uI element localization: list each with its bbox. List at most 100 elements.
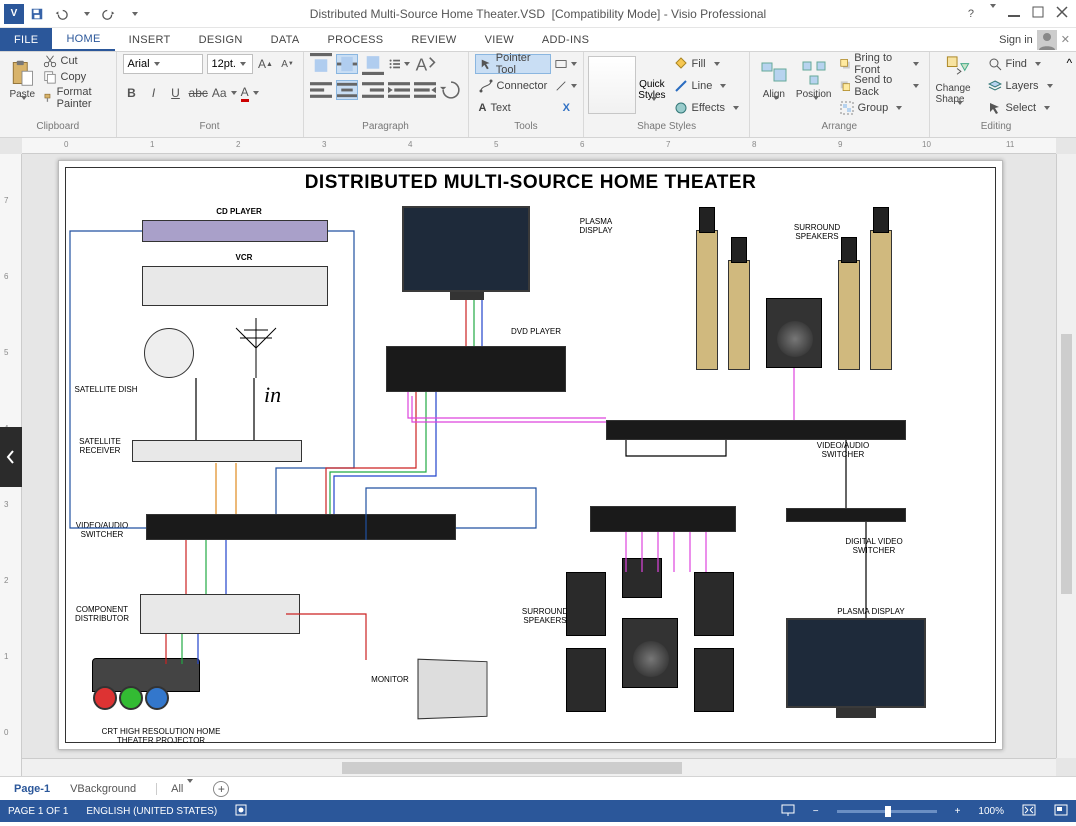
format-painter-button[interactable]: Format Painter — [43, 86, 110, 110]
group-arrange: Align Position Bring to Front Send to Ba… — [750, 52, 930, 137]
wires — [66, 168, 995, 742]
minimize-icon[interactable] — [1008, 6, 1020, 21]
close-panel-icon[interactable]: ✕ — [1061, 33, 1070, 46]
group-button[interactable]: Group — [836, 98, 923, 118]
zoom-value[interactable]: 100% — [978, 806, 1004, 817]
vertical-scrollbar[interactable] — [1056, 154, 1076, 758]
page-tabs: Page-1 VBackground All + — [0, 776, 1076, 800]
shrink-font-icon[interactable]: A▼ — [279, 55, 297, 73]
page-tab-page1[interactable]: Page-1 — [14, 783, 50, 795]
grow-font-icon[interactable]: A▲ — [257, 55, 275, 73]
align-center-icon[interactable] — [336, 80, 358, 100]
group-label-arrange: Arrange — [756, 121, 923, 137]
add-page-button[interactable]: + — [213, 781, 229, 797]
cut-button[interactable]: Cut — [43, 54, 110, 68]
status-page-count[interactable]: PAGE 1 OF 1 — [8, 806, 68, 817]
strike-button[interactable]: abc — [189, 84, 208, 102]
macro-record-icon[interactable] — [235, 804, 247, 819]
text-tool-button[interactable]: AText — [475, 98, 552, 118]
help-dropdown-icon[interactable] — [986, 8, 996, 20]
shapes-panel-expand-icon[interactable] — [0, 427, 22, 487]
tab-review[interactable]: REVIEW — [397, 28, 470, 51]
font-family-combo[interactable]: Arial — [123, 54, 203, 74]
case-button[interactable]: Aa — [212, 84, 237, 102]
quick-access-toolbar: V — [0, 3, 144, 25]
group-font: Arial 12pt. A▲ A▼ B I U abc Aa A Font — [117, 52, 304, 137]
connection-point-icon[interactable]: X — [555, 98, 577, 118]
canvas[interactable]: DISTRIBUTED MULTI-SOURCE HOME THEATER CD… — [22, 154, 1056, 758]
tab-insert[interactable]: INSERT — [115, 28, 185, 51]
find-button[interactable]: Find — [984, 54, 1057, 74]
send-to-back-button[interactable]: Send to Back — [836, 76, 923, 96]
tab-file[interactable]: FILE — [0, 28, 52, 51]
undo-icon[interactable] — [50, 3, 72, 25]
group-label-editing: Editing — [936, 121, 1057, 137]
group-shape-styles: Quick Styles Fill Line Effects Shape Sty… — [584, 52, 750, 137]
fit-page-icon[interactable] — [1022, 804, 1036, 819]
help-icon[interactable]: ? — [968, 8, 974, 20]
zoom-slider[interactable] — [837, 810, 937, 813]
align-left-icon[interactable] — [310, 80, 332, 100]
tab-view[interactable]: VIEW — [471, 28, 528, 51]
save-icon[interactable] — [26, 3, 48, 25]
orientation-icon[interactable]: A — [414, 54, 436, 74]
svg-text:A: A — [415, 54, 427, 74]
page-tab-vbackground[interactable]: VBackground — [70, 783, 136, 795]
zoom-in-icon[interactable]: + — [955, 806, 961, 817]
copy-button[interactable]: Copy — [43, 70, 110, 84]
change-shape-button[interactable]: Change Shape — [936, 54, 980, 116]
horizontal-scrollbar[interactable] — [22, 758, 1056, 776]
status-language[interactable]: ENGLISH (UNITED STATES) — [86, 806, 217, 817]
qat-customize-icon[interactable] — [122, 3, 144, 25]
pan-zoom-icon[interactable] — [1054, 804, 1068, 819]
align-bottom-icon[interactable] — [362, 54, 384, 74]
underline-button[interactable]: U — [167, 84, 185, 102]
page-tab-all[interactable]: All — [156, 783, 193, 795]
group-label-shape-styles: Shape Styles — [590, 121, 743, 137]
align-middle-icon[interactable] — [336, 54, 358, 74]
fill-button[interactable]: Fill — [670, 54, 743, 74]
tab-home[interactable]: HOME — [52, 28, 114, 51]
zoom-out-icon[interactable]: − — [813, 806, 819, 817]
undo-dropdown-icon[interactable] — [74, 3, 96, 25]
paste-button[interactable]: Paste — [6, 54, 39, 116]
tab-addins[interactable]: ADD-INS — [528, 28, 603, 51]
horizontal-ruler: 0 1 2 3 4 5 6 7 8 9 10 11 — [22, 138, 1056, 154]
bullets-icon[interactable] — [388, 54, 410, 74]
sign-in-link[interactable]: Sign in ✕ — [993, 28, 1076, 51]
quick-styles-button[interactable] — [590, 54, 634, 116]
line-button[interactable]: Line — [670, 76, 743, 96]
bold-button[interactable]: B — [123, 84, 141, 102]
select-button[interactable]: Select — [984, 98, 1057, 118]
presentation-mode-icon[interactable] — [781, 804, 795, 819]
align-top-icon[interactable] — [310, 54, 332, 74]
tab-design[interactable]: DESIGN — [185, 28, 257, 51]
quick-styles-label: Quick Styles — [638, 54, 665, 112]
connector-tool-button[interactable]: Connector — [475, 76, 552, 96]
indent-right-icon[interactable] — [414, 80, 436, 100]
align-right-icon[interactable] — [362, 80, 384, 100]
pointer-tool-button[interactable]: Pointer Tool — [475, 54, 552, 74]
restore-icon[interactable] — [1032, 6, 1044, 21]
align-button[interactable]: Align — [756, 54, 792, 116]
app-logo-icon: V — [4, 4, 24, 24]
font-size-combo[interactable]: 12pt. — [207, 54, 253, 74]
group-clipboard: Paste Cut Copy Format Painter Clipboard — [0, 52, 117, 137]
position-button[interactable]: Position — [796, 54, 832, 116]
italic-button[interactable]: I — [145, 84, 163, 102]
tab-data[interactable]: DATA — [257, 28, 314, 51]
collapse-ribbon-icon[interactable]: ^ — [1063, 52, 1076, 137]
indent-left-icon[interactable] — [388, 80, 410, 100]
redo-icon[interactable] — [98, 3, 120, 25]
rectangle-tool-icon[interactable] — [555, 54, 577, 74]
effects-button[interactable]: Effects — [670, 98, 743, 118]
layers-button[interactable]: Layers — [984, 76, 1057, 96]
window-controls: ? — [968, 6, 1076, 21]
line-tool-icon[interactable] — [555, 76, 577, 96]
bring-to-front-button[interactable]: Bring to Front — [836, 54, 923, 74]
close-icon[interactable] — [1056, 6, 1068, 21]
rotate-text-icon[interactable] — [440, 80, 462, 100]
tab-process[interactable]: PROCESS — [313, 28, 397, 51]
drawing-page[interactable]: DISTRIBUTED MULTI-SOURCE HOME THEATER CD… — [58, 160, 1003, 750]
font-color-button[interactable]: A — [241, 84, 259, 102]
